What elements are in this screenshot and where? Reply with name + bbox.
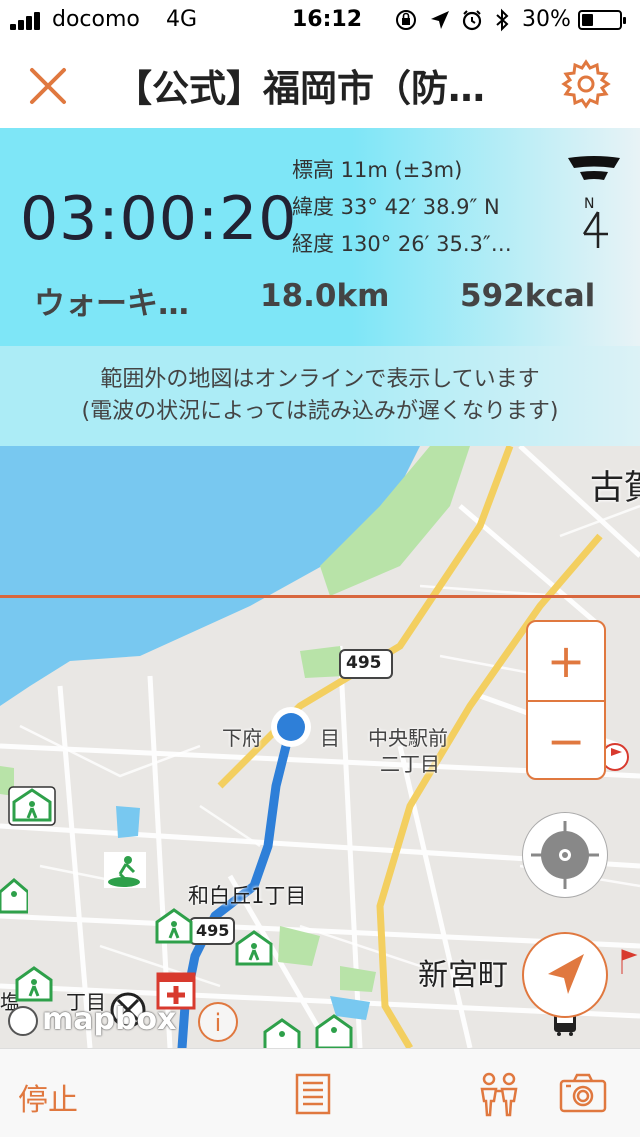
clock: 16:12 [292,7,363,32]
nav-bar: 【公式】福岡市（防… [0,40,640,129]
notice-line-1: 範囲外の地図はオンラインで表示しています [100,367,540,392]
zoom-control: + − [526,620,606,780]
tracking-info-panel: 03:00:20 標高 11m (±3m) 緯度 33° 42′ 38.9″ N… [0,128,640,446]
signal-icon [10,12,46,30]
status-bar: docomo 4G 16:12 30% [0,0,640,40]
evacuation-area-icon[interactable] [104,852,146,888]
stop-button[interactable]: 停止 [18,1075,78,1119]
notice-line-2: (電波の状況によっては読み込みが遅くなります) [81,399,559,424]
zoom-out-button[interactable]: − [528,702,604,780]
map-label-wajiro: 和白丘1丁目 [188,884,307,908]
map-label-chuo-2: 二丁目 [380,752,440,776]
page-title: 【公式】福岡市（防… [115,67,485,110]
distance-value: 18.0km [260,278,390,314]
route-shield-label: 495 [346,653,382,673]
activity-type: ウォーキ… [34,286,189,322]
list-icon[interactable] [288,1069,338,1119]
calories-value: 592kcal [460,278,596,314]
longitude-readout: 経度 130° 26′ 35.3″… [292,232,512,256]
flag-icon-2[interactable] [614,946,640,976]
map-view[interactable]: 495 495 古賀 下府 目 中央駅前 二丁目 和白丘1丁目 新宮町 丁目 塩 [0,446,640,1048]
shelter-icon-4[interactable] [234,928,274,968]
compass-needle-icon [582,211,608,248]
altitude-readout: 標高 11m (±3m) [292,158,463,182]
shelter-icon-7[interactable] [314,1012,354,1048]
shelter-icon-3[interactable] [154,906,194,946]
map-label-shimofu-2: 目 [320,726,340,750]
elapsed-timer: 03:00:20 [20,184,298,254]
mapbox-logo: mapbox [8,1002,176,1037]
gear-icon[interactable] [560,58,612,110]
carrier-label: docomo [52,7,140,32]
recenter-button[interactable] [522,812,608,898]
battery-percent: 30% [522,7,571,32]
shelter-icon-6[interactable] [262,1016,302,1048]
signal-strength-icon [568,156,620,180]
network-label: 4G [166,7,198,32]
battery-icon [578,10,626,30]
map-label-shimofu: 下府 [222,726,262,750]
compass[interactable]: N [566,152,622,252]
offline-notice: 範囲外の地図はオンラインで表示しています (電波の状況によっては読み込みが遅くな… [0,346,640,446]
offline-boundary-line [0,595,640,598]
people-icon[interactable] [474,1069,524,1119]
location-arrow-icon [431,11,449,29]
camera-icon[interactable] [558,1069,608,1119]
shelter-icon-2[interactable] [0,876,28,916]
map-label-shingu: 新宮町 [418,958,508,993]
map-label-koga: 古賀 [590,468,640,508]
close-icon[interactable] [22,60,74,112]
navigate-button[interactable] [522,932,608,1018]
rotation-lock-icon [396,10,416,30]
zoom-in-button[interactable]: + [528,622,604,700]
attribution-info-button[interactable]: i [198,1002,238,1042]
map-label-chuo: 中央駅前 [368,726,448,750]
bluetooth-icon [496,8,509,32]
navigation-arrow-icon [548,954,584,994]
shelter-icon-5[interactable] [14,964,54,1004]
alarm-icon [462,10,482,31]
latitude-readout: 緯度 33° 42′ 38.9″ N [292,195,500,219]
shelter-icon[interactable] [8,786,56,826]
route-shield-label-2: 495 [196,921,230,940]
bottom-toolbar: 停止 [0,1048,640,1137]
mapbox-wordmark: mapbox [42,1002,177,1037]
crosshair-icon [531,821,599,889]
